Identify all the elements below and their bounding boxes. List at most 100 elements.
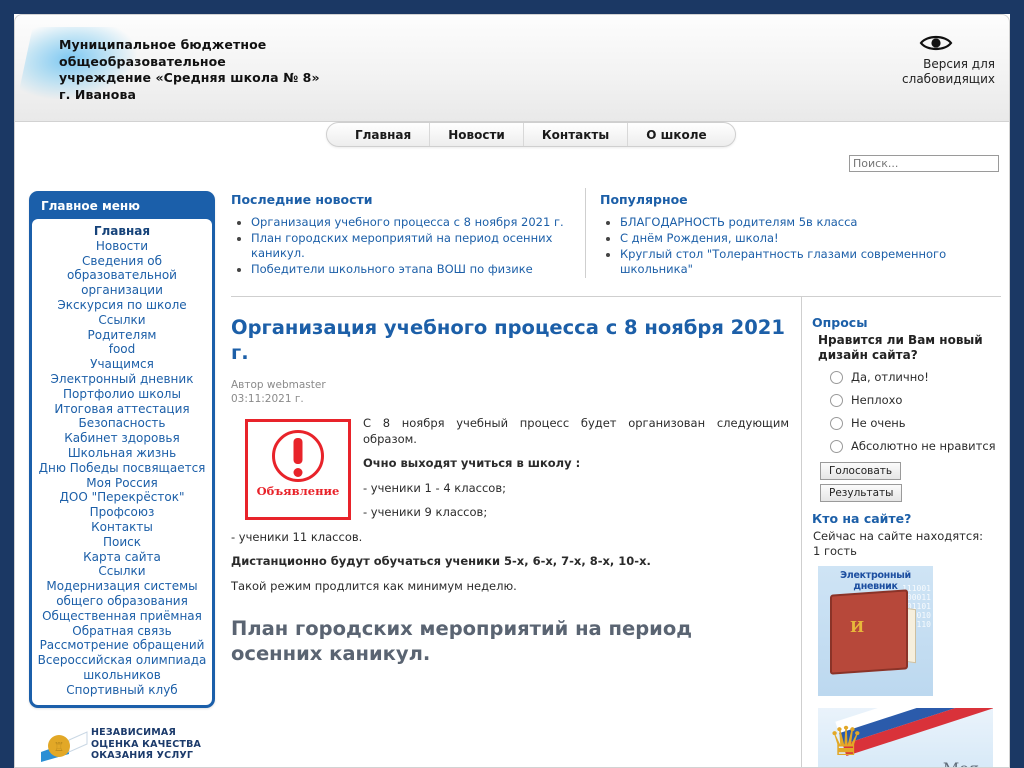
article-body: Объявление С 8 ноября учебный процесс бу… bbox=[231, 416, 789, 594]
sidebar-item-profsoyuz[interactable]: Профсоюз bbox=[32, 505, 212, 520]
exclamation-bar-icon bbox=[293, 438, 303, 464]
sidebar-item-ssylki-2[interactable]: Ссылки bbox=[32, 564, 212, 579]
nav-pill: Главная Новости Контакты О школе bbox=[326, 122, 736, 147]
sidebar-item-uchashchimsya[interactable]: Учащимся bbox=[32, 357, 212, 372]
sidebar-item-ssylki-1[interactable]: Ссылки bbox=[32, 313, 212, 328]
poll-question: Нравится ли Вам новый дизайн сайта? bbox=[818, 333, 983, 362]
list-item[interactable]: Организация учебного процесса с 8 ноября… bbox=[251, 215, 575, 230]
accessibility-version-label: Версия для слабовидящих bbox=[902, 57, 995, 86]
article-paragraph: Такой режим продлится как минимум неделю… bbox=[231, 578, 517, 593]
sidebar-item-doo-perekrestok[interactable]: ДОО "Перекрёсток" bbox=[32, 490, 212, 505]
sidebar-item-portfolio[interactable]: Портфолио школы bbox=[32, 387, 212, 402]
popular-list: БЛАГОДАРНОСТЬ родителям 5в класса С днём… bbox=[600, 215, 1001, 277]
banner-moya-rossiya[interactable]: ♛ Моя bbox=[818, 708, 993, 767]
sidebar-item-glavnaya[interactable]: Главная bbox=[32, 224, 212, 239]
accessibility-version-link[interactable]: Версия для слабовидящих bbox=[835, 33, 995, 87]
nav-item-home[interactable]: Главная bbox=[337, 123, 431, 146]
noko-line-3: ОКАЗАНИЯ УСЛУГ bbox=[91, 750, 194, 762]
poll-option-1[interactable]: Да, отлично! bbox=[830, 370, 1001, 384]
eye-icon bbox=[919, 35, 953, 51]
radio-icon[interactable] bbox=[830, 439, 843, 453]
vote-button[interactable]: Голосовать bbox=[820, 462, 902, 480]
who-online-line-2: 1 гость bbox=[813, 544, 857, 558]
sidebar-item-itogovaya-attestaciya[interactable]: Итоговая аттестация bbox=[32, 402, 212, 417]
noko-flag-icon: ♖ bbox=[39, 724, 91, 766]
results-button[interactable]: Результаты bbox=[820, 484, 903, 502]
sidebar-item-karta-sayta[interactable]: Карта сайта bbox=[32, 550, 212, 565]
list-item[interactable]: С днём Рождения, школа! bbox=[620, 231, 1001, 246]
article-area: Организация учебного процесса с 8 ноября… bbox=[223, 297, 1001, 767]
poll-option-label: Неплохо bbox=[851, 393, 903, 407]
coat-of-arms-icon: ♛ bbox=[828, 719, 864, 765]
banner-russia-label: Моя bbox=[943, 759, 979, 767]
search-input[interactable] bbox=[849, 155, 999, 172]
sidebar-item-bezopasnost[interactable]: Безопасность bbox=[32, 416, 212, 431]
poll-section-title: Опросы bbox=[812, 315, 868, 330]
article-date: 03:11:2021 г. bbox=[231, 393, 304, 405]
poll-option-3[interactable]: Не очень bbox=[830, 416, 1001, 430]
announcement-image: Объявление bbox=[245, 419, 351, 520]
main-menu-list: Главная Новости Сведения об образователь… bbox=[32, 219, 212, 705]
list-item[interactable]: План городских мероприятий на период осе… bbox=[251, 231, 575, 261]
popular-title: Популярное bbox=[600, 192, 688, 207]
poll-option-4[interactable]: Абсолютно не нравится bbox=[830, 439, 1001, 453]
who-online-title: Кто на сайте? bbox=[812, 511, 912, 526]
sidebar-item-vserossiyskaya-olimpiada[interactable]: Всероссийская олимпиада школьников bbox=[32, 653, 212, 683]
sidebar: Главное меню Главная Новости Сведения об… bbox=[15, 182, 223, 767]
top-news-row: Последние новости Организация учебного п… bbox=[223, 188, 1001, 278]
sidebar-item-elektronnyy-dnevnik[interactable]: Электронный дневник bbox=[32, 372, 212, 387]
who-online-line-1: Сейчас на сайте находятся: bbox=[813, 529, 983, 543]
sidebar-item-kabinet-zdorovya[interactable]: Кабинет здоровья bbox=[32, 431, 212, 446]
article-paragraph: Дистанционно будут обучаться ученики 5-х… bbox=[231, 554, 651, 568]
noko-logo[interactable]: ♖ НЕЗАВИСИМАЯ ОЦЕНКА КАЧЕСТВА ОКАЗАНИЯ У… bbox=[39, 724, 239, 766]
site-title: Муниципальное бюджетное общеобразователь… bbox=[59, 37, 320, 102]
site-header: Муниципальное бюджетное общеобразователь… bbox=[14, 14, 1010, 122]
exclamation-dot-icon bbox=[293, 468, 303, 477]
nav-item-contacts[interactable]: Контакты bbox=[524, 123, 629, 146]
article-author: Автор webmaster bbox=[231, 379, 326, 391]
banner-electronic-diary[interactable]: 111001 000011 101101 011010 010110 Электронн… bbox=[818, 566, 933, 696]
list-item[interactable]: БЛАГОДАРНОСТЬ родителям 5в класса bbox=[620, 215, 1001, 230]
sidebar-item-obshchestvennaya-priyomnaya[interactable]: Общественная приёмная bbox=[32, 609, 212, 624]
svg-text:♖: ♖ bbox=[54, 740, 65, 754]
article-main: Организация учебного процесса с 8 ноября… bbox=[231, 297, 801, 767]
latest-news-block: Последние новости Организация учебного п… bbox=[231, 188, 585, 278]
site-page: Муниципальное бюджетное общеобразователь… bbox=[14, 14, 1010, 768]
sidebar-item-svedeniya[interactable]: Сведения об образовательной организации bbox=[32, 254, 212, 298]
article2-title[interactable]: План городских мероприятий на период осе… bbox=[231, 616, 789, 666]
nav-item-news[interactable]: Новости bbox=[430, 123, 524, 146]
radio-icon[interactable] bbox=[830, 370, 843, 384]
sidebar-item-food[interactable]: food bbox=[32, 342, 212, 357]
radio-icon[interactable] bbox=[830, 393, 843, 407]
sidebar-item-novosti[interactable]: Новости bbox=[32, 239, 212, 254]
sidebar-item-roditelyam[interactable]: Родителям bbox=[32, 328, 212, 343]
sidebar-item-poisk[interactable]: Поиск bbox=[32, 535, 212, 550]
banner-diary-label: Электронный дневник bbox=[840, 570, 911, 592]
sidebar-item-shkolnaya-zhizn[interactable]: Школьная жизнь bbox=[32, 446, 212, 461]
article-paragraph: - ученики 11 классов. bbox=[231, 529, 363, 544]
popular-block: Популярное БЛАГОДАРНОСТЬ родителям 5в кл… bbox=[585, 188, 1001, 278]
poll-option-2[interactable]: Неплохо bbox=[830, 393, 1001, 407]
poll-option-label: Да, отлично! bbox=[851, 370, 929, 384]
announcement-label: Объявление bbox=[256, 484, 340, 498]
list-item[interactable]: Победители школьного этапа ВОШ по физике bbox=[251, 262, 575, 277]
sidebar-item-obratnaya-svyaz[interactable]: Обратная связь bbox=[32, 624, 212, 639]
main-menu-title: Главное меню bbox=[41, 199, 140, 213]
main-menu-box: Главное меню Главная Новости Сведения об… bbox=[29, 191, 215, 708]
latest-news-list: Организация учебного процесса с 8 ноября… bbox=[231, 215, 575, 277]
poll-option-label: Не очень bbox=[851, 416, 906, 430]
sidebar-item-dnyu-pobedy[interactable]: Дню Победы посвящается bbox=[32, 461, 212, 476]
sidebar-item-modernizaciya[interactable]: Модернизация системы общего образования bbox=[32, 579, 212, 609]
search-row bbox=[14, 152, 1010, 182]
sidebar-item-ekskursiya[interactable]: Экскурсия по школе bbox=[32, 298, 212, 313]
content-area: Главное меню Главная Новости Сведения об… bbox=[14, 182, 1010, 768]
sidebar-item-kontakty[interactable]: Контакты bbox=[32, 520, 212, 535]
radio-icon[interactable] bbox=[830, 416, 843, 430]
sidebar-item-moya-rossiya[interactable]: Моя Россия bbox=[32, 476, 212, 491]
poll-option-label: Абсолютно не нравится bbox=[851, 439, 996, 453]
list-item[interactable]: Круглый стол "Толерантность глазами совр… bbox=[620, 247, 1001, 277]
sidebar-item-sportivnyy-klub[interactable]: Спортивный клуб bbox=[32, 683, 212, 698]
article-title[interactable]: Организация учебного процесса с 8 ноября… bbox=[231, 315, 789, 365]
sidebar-item-rassmotrenie-obrashcheniy[interactable]: Рассмотрение обращений bbox=[32, 638, 212, 653]
nav-item-about[interactable]: О школе bbox=[628, 123, 724, 146]
